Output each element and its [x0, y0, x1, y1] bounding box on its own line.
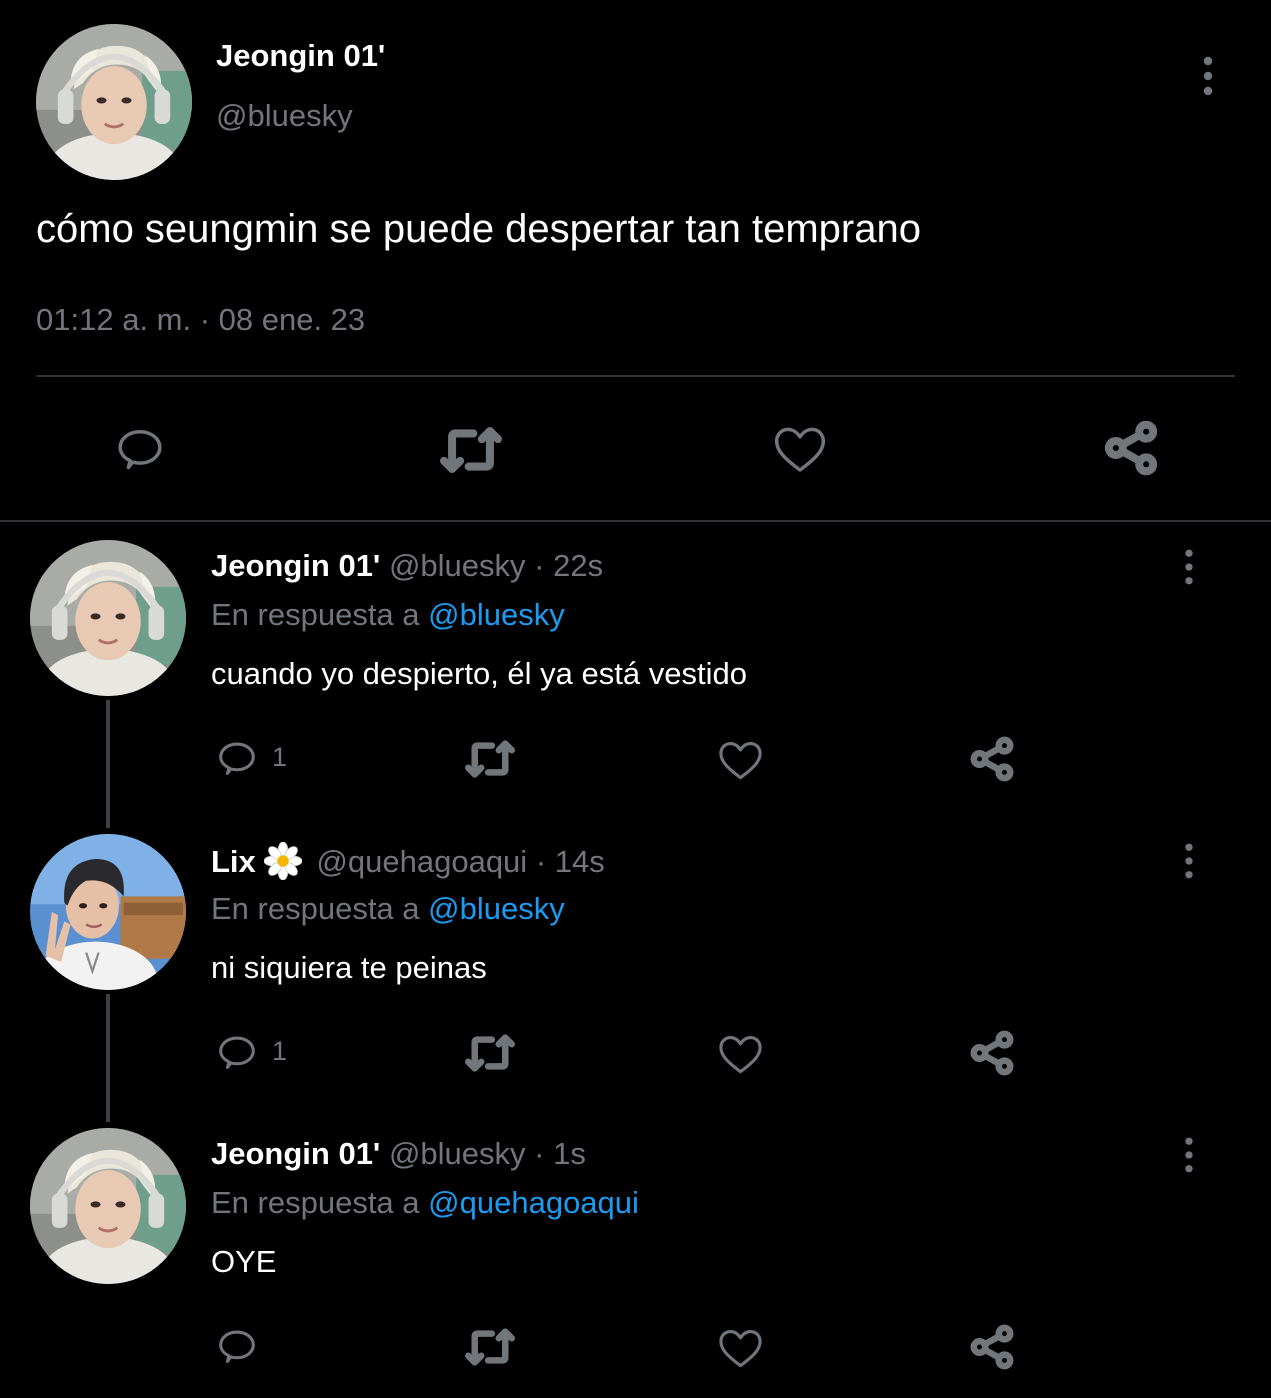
reply-text: OYE	[211, 1244, 277, 1279]
reply-context: En respuesta a @bluesky	[211, 597, 565, 633]
reply-icon[interactable]	[214, 1030, 260, 1076]
reply-time: · 1s	[534, 1136, 586, 1171]
retweet-icon[interactable]	[464, 1326, 516, 1368]
reply-icon[interactable]	[214, 736, 260, 782]
reply-avatar[interactable]	[30, 834, 186, 990]
share-icon[interactable]	[968, 736, 1016, 782]
reply-count: 1	[272, 1036, 288, 1066]
reply-context-prefix: En respuesta a	[211, 597, 420, 632]
like-icon[interactable]	[717, 1326, 764, 1370]
main-timestamp[interactable]: 01:12 a. m. · 08 ene. 23	[36, 302, 365, 338]
reply-handle[interactable]: @bluesky	[389, 548, 526, 583]
reply-icon[interactable]	[214, 1324, 260, 1370]
reply-to-link[interactable]: @bluesky	[428, 891, 565, 926]
retweet-icon[interactable]	[440, 424, 502, 476]
section-divider	[0, 520, 1271, 522]
more-options-icon[interactable]	[1178, 841, 1200, 881]
like-icon[interactable]	[717, 1032, 764, 1076]
reply-header: Jeongin 01' @bluesky · 22s	[211, 548, 603, 584]
flower-icon	[263, 841, 303, 881]
reply-to-link[interactable]: @bluesky	[428, 597, 565, 632]
main-display-name[interactable]: Jeongin 01'	[216, 38, 385, 74]
reply-text: ni siquiera te peinas	[211, 950, 487, 985]
like-icon[interactable]	[772, 422, 828, 476]
reply-context-prefix: En respuesta a	[211, 1185, 420, 1220]
reply-display-name[interactable]: Lix	[211, 844, 256, 879]
thread-connector	[106, 994, 110, 1122]
reply-count: 1	[272, 742, 288, 772]
reply-icon[interactable]	[112, 422, 168, 478]
reply-header: Lix @quehagoaqui · 14s	[211, 841, 605, 881]
divider	[36, 375, 1235, 377]
reply-display-name[interactable]: Jeongin 01'	[211, 548, 380, 583]
share-icon[interactable]	[968, 1030, 1016, 1076]
reply-avatar[interactable]	[30, 540, 186, 696]
share-icon[interactable]	[1102, 420, 1160, 476]
more-options-icon[interactable]	[1178, 1135, 1200, 1175]
thread-connector	[106, 700, 110, 828]
more-options-icon[interactable]	[1178, 547, 1200, 587]
reply-avatar[interactable]	[30, 1128, 186, 1284]
share-icon[interactable]	[968, 1324, 1016, 1370]
retweet-icon[interactable]	[464, 738, 516, 780]
like-icon[interactable]	[717, 738, 764, 782]
retweet-icon[interactable]	[464, 1032, 516, 1074]
more-options-icon[interactable]	[1196, 56, 1220, 96]
main-avatar[interactable]	[36, 24, 192, 180]
reply-display-name[interactable]: Jeongin 01'	[211, 1136, 380, 1171]
reply-context: En respuesta a @quehagoaqui	[211, 1185, 639, 1221]
reply-context-prefix: En respuesta a	[211, 891, 420, 926]
reply-handle[interactable]: @bluesky	[389, 1136, 526, 1171]
reply-text: cuando yo despierto, él ya está vestido	[211, 656, 747, 691]
main-tweet-text: cómo seungmin se puede despertar tan tem…	[36, 207, 921, 251]
reply-time: · 22s	[534, 548, 604, 583]
reply-time: · 14s	[535, 844, 605, 879]
reply-header: Jeongin 01' @bluesky · 1s	[211, 1136, 586, 1172]
reply-context: En respuesta a @bluesky	[211, 891, 565, 927]
reply-handle[interactable]: @quehagoaqui	[316, 844, 527, 879]
reply-to-link[interactable]: @quehagoaqui	[428, 1185, 639, 1220]
main-handle[interactable]: @bluesky	[216, 98, 353, 134]
